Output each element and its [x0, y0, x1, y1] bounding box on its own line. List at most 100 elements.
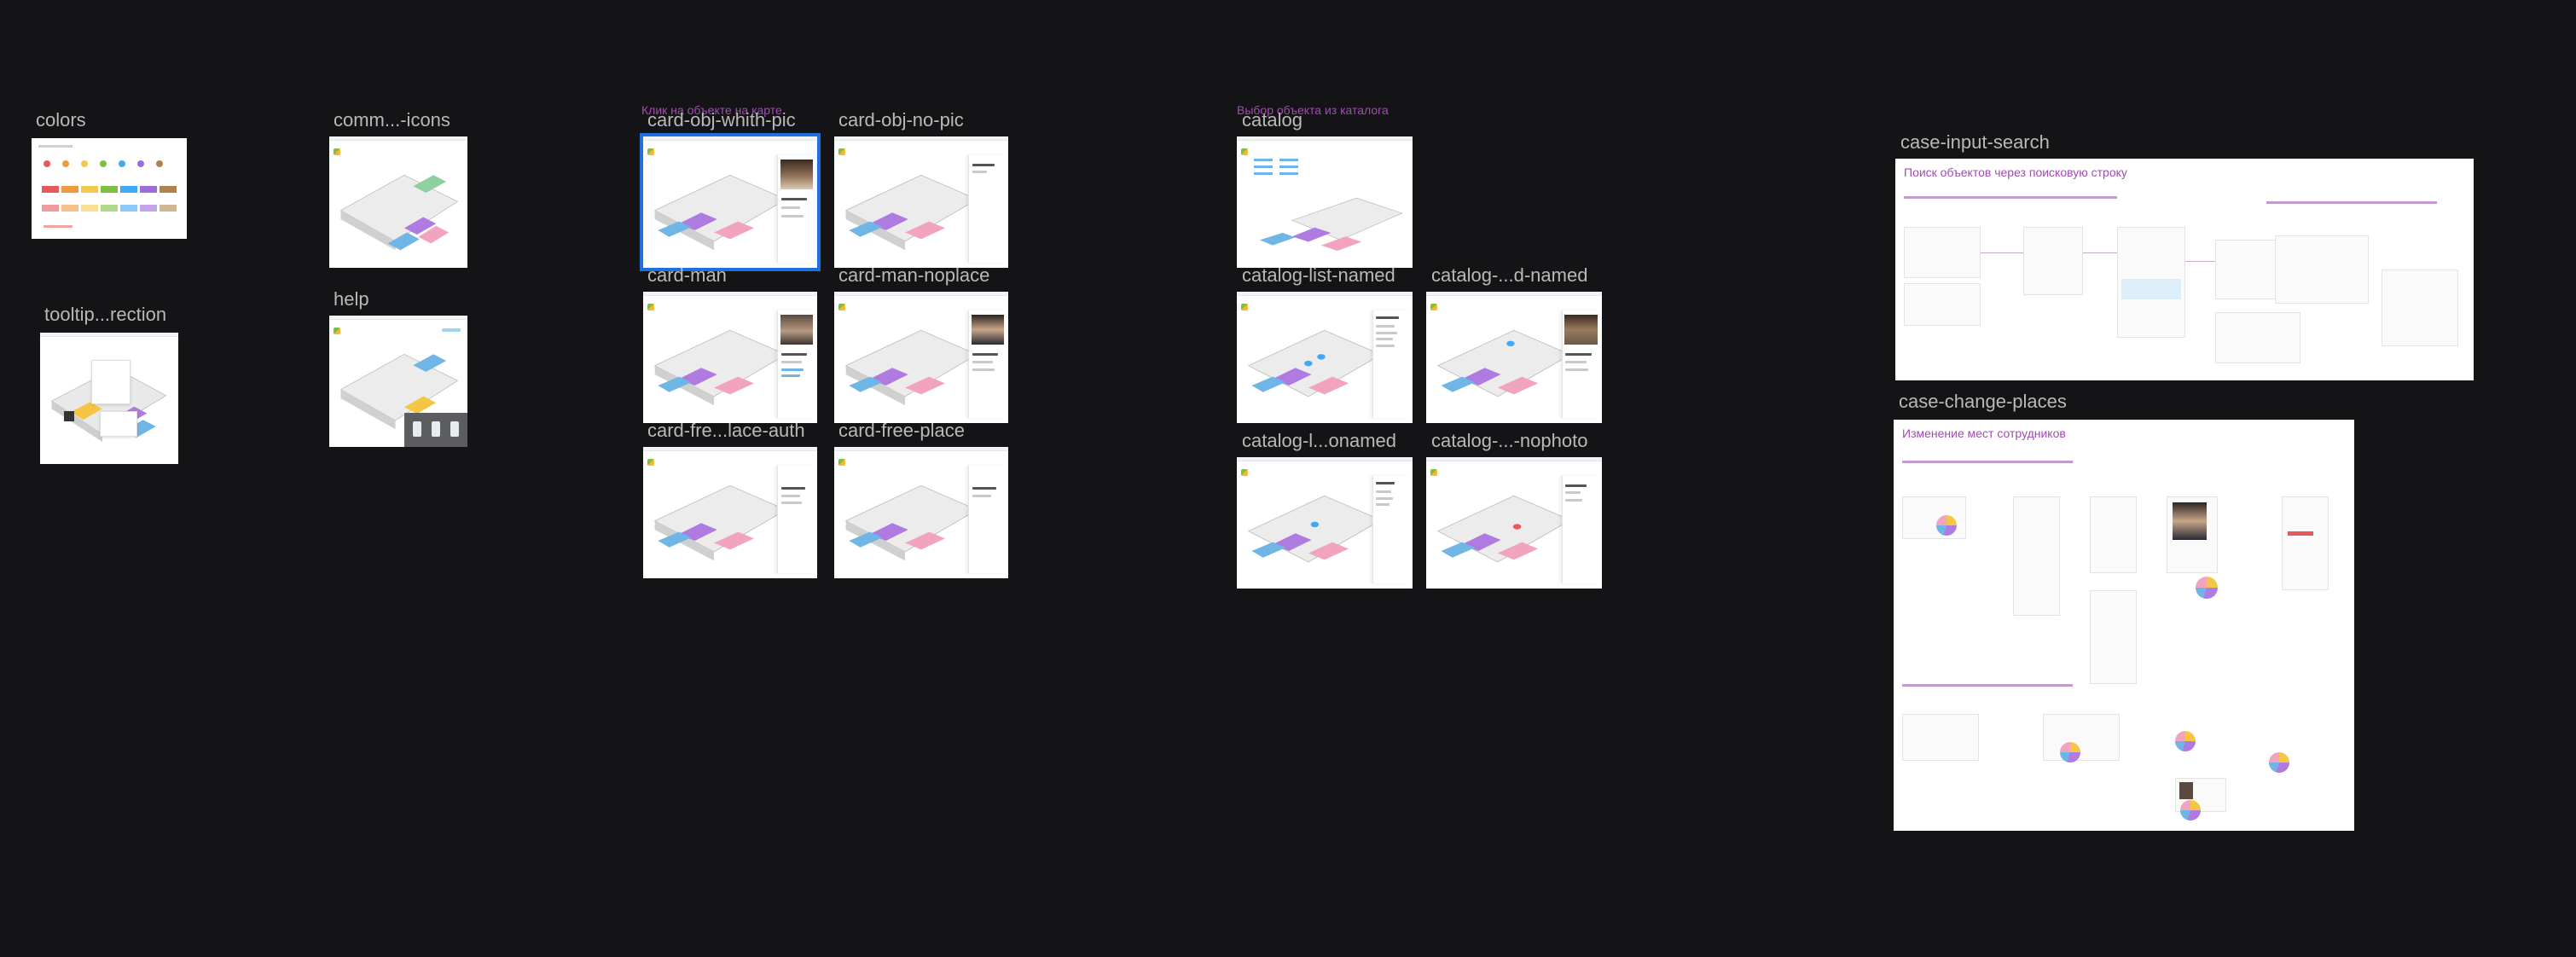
palette-swatches-row-2 — [42, 205, 183, 213]
color-swatch — [61, 205, 78, 212]
palette-note — [44, 225, 73, 228]
place-card — [968, 465, 1007, 573]
color-dot — [119, 160, 125, 167]
frame-case-change-places[interactable]: Изменение мест сотрудников — [1894, 420, 2354, 831]
frame-label-card-free-place-auth[interactable]: card-fre...lace-auth — [647, 420, 805, 442]
frame-label-catalog-d-named[interactable]: catalog-...d-named — [1431, 264, 1587, 287]
color-swatch — [140, 186, 157, 193]
card-line — [780, 486, 806, 490]
palette-dots — [44, 160, 180, 169]
frame-label-card-obj-no-pic[interactable]: card-obj-no-pic — [838, 109, 964, 131]
frame-label-card-free-place[interactable]: card-free-place — [838, 420, 965, 442]
frame-label-catalog-l-onamed[interactable]: catalog-l...onamed — [1242, 430, 1396, 452]
frame-label-catalog[interactable]: catalog — [1242, 109, 1303, 131]
frame-help[interactable] — [329, 316, 467, 447]
color-swatch — [101, 205, 118, 212]
card-line — [972, 368, 995, 371]
card-line — [972, 353, 999, 357]
card-line — [780, 353, 808, 357]
frame-card-free-place[interactable] — [834, 447, 1008, 578]
frame-label-card-man[interactable]: card-man — [647, 264, 727, 287]
card-line — [780, 374, 800, 378]
place-pie — [2060, 742, 2080, 763]
color-swatch — [42, 205, 59, 212]
frame-common-icons[interactable] — [329, 136, 467, 268]
place-card — [777, 465, 815, 573]
card-line — [780, 502, 802, 505]
frame-tooltip-direction[interactable] — [40, 333, 178, 464]
card-line — [1565, 368, 1588, 371]
screen-topbar — [1426, 292, 1602, 296]
step-screen — [2013, 496, 2060, 616]
avatar — [971, 314, 1005, 345]
frame-label-catalog-nophoto[interactable]: catalog-...-nophoto — [1431, 430, 1587, 452]
frame-colors[interactable] — [32, 138, 187, 239]
color-swatch — [160, 205, 177, 212]
card-line — [1376, 490, 1391, 494]
frame-label-catalog-list-named[interactable]: catalog-list-named — [1242, 264, 1395, 287]
frame-catalog[interactable] — [1237, 136, 1413, 268]
object-card — [777, 154, 815, 263]
color-swatch — [160, 186, 177, 193]
header-link — [442, 328, 461, 332]
color-dot — [156, 160, 163, 167]
frame-card-obj-no-pic[interactable] — [834, 136, 1008, 268]
color-swatch — [140, 205, 157, 212]
person-card — [1561, 475, 1600, 583]
step-screen — [2023, 227, 2083, 295]
delete-button[interactable] — [2288, 531, 2313, 536]
card-line — [972, 360, 993, 363]
tooltip-popup — [91, 360, 131, 404]
color-swatch — [120, 186, 137, 193]
screen-topbar — [643, 292, 817, 296]
screen-topbar — [834, 447, 1008, 451]
screen-topbar — [329, 136, 467, 141]
place-pie — [2269, 752, 2289, 773]
card-line — [1376, 325, 1395, 328]
doc-caption — [1904, 196, 2117, 199]
card-line — [1376, 338, 1394, 341]
avatar — [2179, 782, 2193, 799]
frame-card-man[interactable] — [643, 292, 817, 423]
frame-card-man-noplace[interactable] — [834, 292, 1008, 423]
screen-topbar — [834, 292, 1008, 296]
frame-label-colors[interactable]: colors — [36, 109, 86, 131]
avatar — [1564, 314, 1598, 345]
card-line — [1376, 496, 1394, 500]
frame-card-obj-with-pic[interactable] — [640, 133, 821, 271]
frame-catalog-d-named[interactable] — [1426, 292, 1602, 423]
step-screen — [1902, 496, 1966, 539]
frame-catalog-list-named[interactable] — [1237, 292, 1413, 423]
catalog-panel — [1372, 310, 1411, 418]
frame-label-tooltip-direction[interactable]: tooltip...rection — [44, 304, 166, 326]
person-card — [968, 310, 1007, 418]
card-line — [1565, 499, 1583, 502]
screen-topbar — [329, 316, 467, 320]
color-dot — [137, 160, 144, 167]
card-line — [780, 368, 804, 371]
frame-label-card-obj-with-pic[interactable]: card-obj-whith-pic — [647, 109, 796, 131]
card-line — [780, 198, 808, 201]
place-pie — [2175, 731, 2196, 751]
flow-arrow — [2185, 261, 2215, 262]
screen-topbar — [643, 136, 817, 141]
frame-case-input-search[interactable]: Поиск объектов через поисковую строку — [1895, 159, 2474, 380]
frame-label-help[interactable]: help — [334, 288, 369, 310]
card-line — [972, 486, 997, 490]
avatar — [780, 314, 814, 345]
frame-card-free-place-auth[interactable] — [643, 447, 817, 578]
frame-label-case-change-places[interactable]: case-change-places — [1899, 391, 2067, 413]
color-swatch — [61, 186, 78, 193]
frame-label-common-icons[interactable]: comm...-icons — [334, 109, 450, 131]
card-line — [972, 171, 988, 174]
step-screen — [2090, 496, 2137, 573]
card-line — [1376, 503, 1390, 507]
frame-label-case-input-search[interactable]: case-input-search — [1900, 131, 2050, 154]
frame-label-card-man-noplace[interactable]: card-man-noplace — [838, 264, 989, 287]
step-screen — [2117, 227, 2185, 338]
frame-catalog-l-onamed[interactable] — [1237, 457, 1413, 589]
color-dot — [81, 160, 88, 167]
frame-catalog-nophoto[interactable] — [1426, 457, 1602, 589]
screen-topbar — [1237, 457, 1413, 461]
flow-arrow — [2083, 252, 2117, 253]
